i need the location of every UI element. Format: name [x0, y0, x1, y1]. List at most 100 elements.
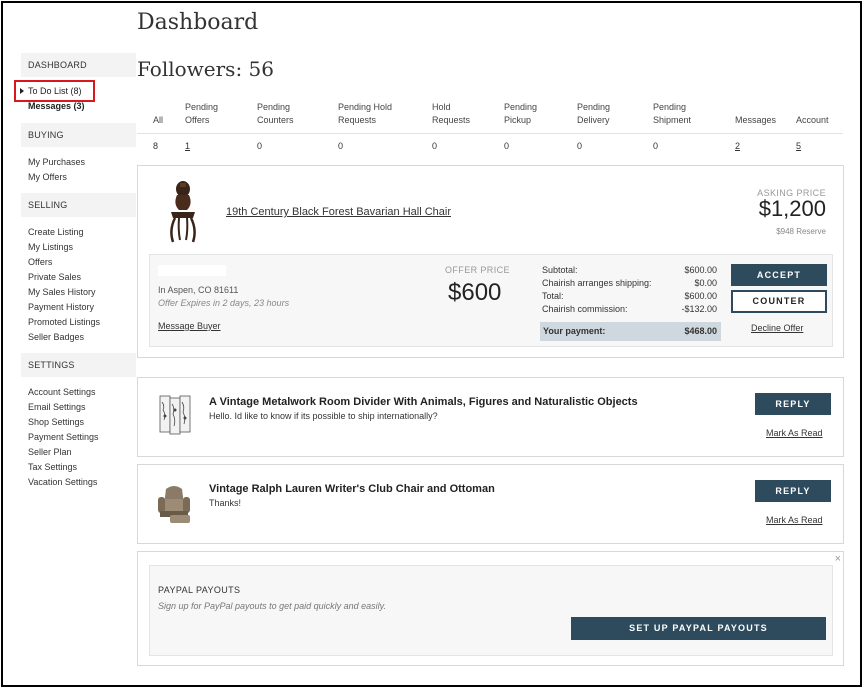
summary-row: Chairish arranges shipping: $0.00: [540, 277, 721, 290]
mark-as-read-link[interactable]: Mark As Read: [766, 428, 823, 438]
summary-row: Total: $600.00: [540, 290, 721, 303]
message-text: Thanks!: [209, 498, 242, 508]
stats-divider: [137, 133, 843, 134]
stats-column-header: Pending Offers: [185, 102, 219, 125]
sidebar-item-tax-settings[interactable]: Tax Settings: [21, 460, 136, 475]
summary-label: Chairish commission:: [542, 304, 628, 314]
summary-value: -$132.00: [681, 304, 717, 314]
sidebar-item-my-listings[interactable]: My Listings: [21, 240, 136, 255]
stats-count[interactable]: 2: [735, 141, 740, 151]
stats-count[interactable]: 5: [796, 141, 801, 151]
sidebar-item-seller-plan[interactable]: Seller Plan: [21, 445, 136, 460]
summary-value: $0.00: [694, 278, 717, 288]
buyer-location: In Aspen, CO 81611: [158, 285, 239, 295]
offer-item-title-link[interactable]: 19th Century Black Forest Bavarian Hall …: [226, 206, 451, 218]
close-icon[interactable]: ×: [835, 553, 841, 565]
summary-value: $600.00: [684, 291, 717, 301]
sidebar-header-selling: SELLING: [21, 193, 136, 217]
caret-right-icon: [20, 88, 24, 94]
buyer-name-redacted: [158, 265, 226, 276]
reply-button[interactable]: REPLY: [755, 480, 831, 502]
stats-column-header: Messages: [735, 115, 777, 125]
reserve-price: $948 Reserve: [776, 227, 826, 236]
message-item-title: A Vintage Metalwork Room Divider With An…: [209, 396, 638, 408]
summary-label: Subtotal:: [542, 265, 578, 275]
payment-summary: Subtotal: $600.00 Chairish arranges shipp…: [540, 264, 721, 341]
stats-column-header: Account: [796, 115, 829, 125]
followers-count: Followers: 56: [137, 57, 274, 81]
sidebar-selling-list: Create Listing My Listings Offers Private S…: [21, 217, 136, 353]
message-item-title: Vintage Ralph Lauren Writer's Club Chair…: [209, 483, 495, 495]
stats-count: 0: [432, 141, 438, 151]
set-up-paypal-payouts-button[interactable]: SET UP PAYPAL PAYOUTS: [571, 617, 826, 640]
summary-label: Chairish arranges shipping:: [542, 278, 652, 288]
summary-row: Chairish commission: -$132.00: [540, 303, 721, 316]
counter-button[interactable]: COUNTER: [731, 290, 827, 313]
summary-value: $468.00: [684, 326, 717, 336]
accept-button[interactable]: ACCEPT: [731, 264, 827, 286]
stats-count: 0: [653, 141, 659, 151]
summary-value: $600.00: [684, 265, 717, 275]
paypal-payouts-panel: PAYPAL PAYOUTS Sign up for PayPal payout…: [149, 565, 833, 656]
room-divider-thumbnail: [159, 395, 191, 435]
stats-count[interactable]: 1: [185, 141, 190, 151]
message-buyer-link[interactable]: Message Buyer: [158, 321, 221, 331]
offer-price: $600: [448, 279, 502, 306]
stats-column-header: Pending Pickup: [504, 102, 538, 125]
stats-count: 0: [257, 141, 263, 151]
sidebar-buying-list: My Purchases My Offers: [21, 147, 136, 193]
paypal-payouts-card: × PAYPAL PAYOUTS Sign up for PayPal payo…: [137, 551, 844, 666]
paypal-payouts-subtitle: Sign up for PayPal payouts to get paid q…: [158, 601, 386, 611]
sidebar-header-dashboard: DASHBOARD: [21, 53, 136, 77]
summary-label: Your payment:: [543, 326, 606, 336]
offer-price-label: OFFER PRICE: [445, 265, 510, 275]
stats-count: 0: [338, 141, 344, 151]
stats-count: 8: [153, 141, 159, 151]
sidebar-item-email-settings[interactable]: Email Settings: [21, 400, 136, 415]
stats-column-header: Pending Shipment: [653, 102, 692, 125]
sidebar-item-offers[interactable]: Offers: [21, 255, 136, 270]
sidebar-item-seller-badges[interactable]: Seller Badges: [21, 330, 136, 345]
paypal-payouts-title: PAYPAL PAYOUTS: [158, 585, 241, 595]
mark-as-read-link[interactable]: Mark As Read: [766, 515, 823, 525]
decline-offer-link[interactable]: Decline Offer: [751, 323, 803, 333]
stats-column-header: Hold Requests: [432, 102, 471, 125]
sidebar-item-my-purchases[interactable]: My Purchases: [21, 155, 136, 170]
message-card: A Vintage Metalwork Room Divider With An…: [137, 377, 844, 457]
sidebar-item-shop-settings[interactable]: Shop Settings: [21, 415, 136, 430]
sidebar-item-create-listing[interactable]: Create Listing: [21, 225, 136, 240]
sidebar-item-vacation-settings[interactable]: Vacation Settings: [21, 475, 136, 490]
sidebar-item-todo-list[interactable]: To Do List (8): [28, 86, 82, 96]
message-card: Vintage Ralph Lauren Writer's Club Chair…: [137, 464, 844, 544]
sidebar-item-payment-settings[interactable]: Payment Settings: [21, 430, 136, 445]
chair-thumbnail: [170, 181, 196, 243]
stats-column-header: Pending Delivery: [577, 102, 611, 125]
message-text: Hello. Id like to know if its possible t…: [209, 411, 438, 421]
sidebar-item-my-sales-history[interactable]: My Sales History: [21, 285, 136, 300]
reply-button[interactable]: REPLY: [755, 393, 831, 415]
club-chair-thumbnail: [158, 486, 190, 523]
sidebar-settings-list: Account Settings Email Settings Shop Setti…: [21, 377, 136, 498]
sidebar-item-messages[interactable]: Messages (3): [28, 101, 85, 111]
sidebar-item-private-sales[interactable]: Private Sales: [21, 270, 136, 285]
offer-expiration: Offer Expires in 2 days, 23 hours: [158, 298, 290, 308]
stats-column-header: Pending Hold Requests: [338, 102, 393, 125]
stats-count: 0: [577, 141, 583, 151]
offer-card: 19th Century Black Forest Bavarian Hall …: [137, 165, 844, 358]
summary-row: Subtotal: $600.00: [540, 264, 721, 277]
your-payment-row: Your payment: $468.00: [540, 322, 721, 341]
page-title: Dashboard: [137, 10, 259, 35]
summary-label: Total:: [542, 291, 564, 301]
asking-price: $1,200: [758, 196, 826, 221]
sidebar-header-settings: SETTINGS: [21, 353, 136, 377]
sidebar-item-promoted-listings[interactable]: Promoted Listings: [21, 315, 136, 330]
stats-column-header: Pending Counters: [257, 102, 294, 125]
stats-column-header: All: [153, 115, 164, 125]
sidebar-item-account-settings[interactable]: Account Settings: [21, 385, 136, 400]
sidebar-item-my-offers[interactable]: My Offers: [21, 170, 136, 185]
offer-details-panel: In Aspen, CO 81611 Offer Expires in 2 da…: [149, 254, 833, 347]
sidebar: DASHBOARD BUYING My Purchases My Offers S…: [21, 53, 136, 498]
sidebar-header-buying: BUYING: [21, 123, 136, 147]
stats-count: 0: [504, 141, 510, 151]
sidebar-item-payment-history[interactable]: Payment History: [21, 300, 136, 315]
